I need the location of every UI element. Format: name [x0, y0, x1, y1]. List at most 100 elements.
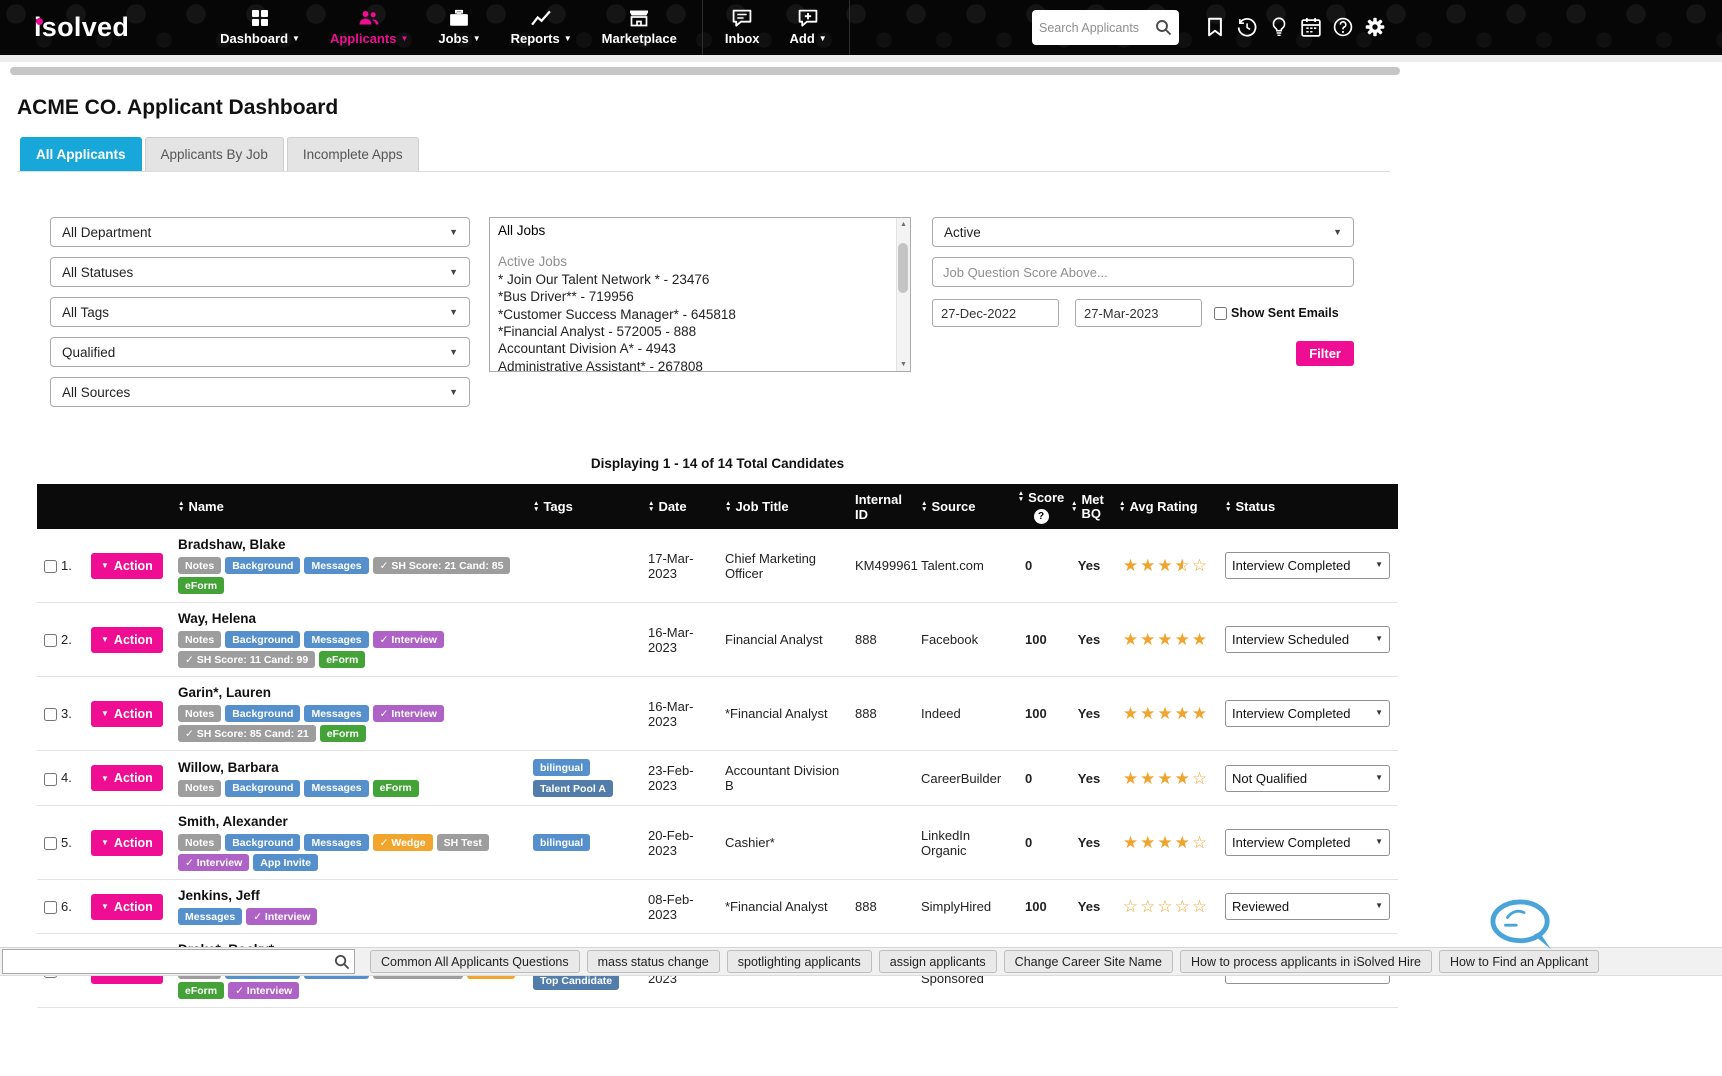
- footer-button-how-to-find-an-applicant[interactable]: How to Find an Applicant: [1439, 950, 1599, 973]
- column-header-date[interactable]: ▲▼Date: [642, 484, 719, 529]
- row-select-checkbox[interactable]: [44, 773, 57, 786]
- badge-interview[interactable]: ✓ Interview: [178, 854, 249, 871]
- jobs-listbox[interactable]: All JobsActive Jobs* Join Our Talent Net…: [489, 217, 911, 372]
- sort-arrows-icon[interactable]: ▲▼: [178, 501, 184, 513]
- badge-messages[interactable]: Messages: [304, 834, 368, 851]
- show-sent-emails-checkbox[interactable]: [1214, 307, 1227, 320]
- badge-notes[interactable]: Notes: [178, 557, 221, 574]
- badge-messages[interactable]: Messages: [304, 705, 368, 722]
- row-action-button[interactable]: ▼Action: [91, 553, 163, 579]
- column-header-tags[interactable]: ▲▼Tags: [527, 484, 642, 529]
- candidate-name[interactable]: Bradshaw, Blake: [178, 537, 521, 552]
- row-action-button[interactable]: ▼Action: [91, 765, 163, 791]
- lightbulb-icon[interactable]: [1268, 16, 1289, 38]
- star-icon[interactable]: ☆: [1192, 898, 1207, 915]
- star-icon[interactable]: ★: [1157, 557, 1172, 574]
- bookmark-icon[interactable]: [1204, 16, 1225, 38]
- row-action-button[interactable]: ▼Action: [91, 627, 163, 653]
- jobs-scrollbar[interactable]: ▲ ▼: [896, 218, 910, 371]
- footer-search-input[interactable]: [3, 955, 334, 969]
- badge-sh-score-85-cand-21[interactable]: ✓ SH Score: 85 Cand: 21: [178, 725, 316, 742]
- row-select-checkbox[interactable]: [44, 560, 57, 573]
- nav-item-applicants[interactable]: Applicants▼: [315, 0, 423, 55]
- sort-arrows-icon[interactable]: ▲▼: [725, 501, 731, 513]
- star-icon[interactable]: ★: [1175, 770, 1190, 787]
- column-header-name[interactable]: ▲▼Name: [172, 484, 527, 529]
- filter-select-all-statuses[interactable]: All Statuses▼: [50, 257, 470, 287]
- badge-background[interactable]: Background: [225, 557, 300, 574]
- star-icon[interactable]: ★: [1157, 631, 1172, 648]
- tag-bilingual[interactable]: bilingual: [533, 759, 590, 776]
- scroll-down-icon[interactable]: ▼: [900, 361, 907, 368]
- score-help-icon[interactable]: ?: [1034, 509, 1049, 524]
- column-header-score[interactable]: ▲▼Score?: [1017, 484, 1065, 529]
- star-icon[interactable]: ☆: [1175, 898, 1190, 915]
- badge-sh-score-11-cand-99[interactable]: ✓ SH Score: 11 Cand: 99: [178, 651, 315, 668]
- nav-item-dashboard[interactable]: Dashboard▼: [205, 0, 315, 55]
- star-icon[interactable]: ☆: [1192, 834, 1207, 851]
- star-icon[interactable]: ★: [1123, 557, 1138, 574]
- star-icon[interactable]: ★: [1175, 834, 1190, 851]
- badge-messages[interactable]: Messages: [178, 908, 242, 925]
- badge-notes[interactable]: Notes: [178, 705, 221, 722]
- job-option[interactable]: *Financial Analyst - 572005 - 888: [498, 323, 890, 340]
- scroll-up-icon[interactable]: ▲: [900, 221, 907, 228]
- star-icon[interactable]: ★: [1157, 770, 1172, 787]
- star-icon[interactable]: ★: [1140, 834, 1155, 851]
- job-option[interactable]: *Bus Driver** - 719956: [498, 288, 890, 305]
- badge-messages[interactable]: Messages: [304, 780, 368, 797]
- row-select-checkbox[interactable]: [44, 837, 57, 850]
- column-header-avg-rating[interactable]: ▲▼Avg Rating: [1113, 484, 1219, 529]
- status-select[interactable]: Not Qualified: [1225, 765, 1390, 792]
- badge-sh-test[interactable]: SH Test: [437, 834, 489, 851]
- column-header-internal-id[interactable]: Internal ID: [849, 484, 915, 529]
- star-icon[interactable]: ☆: [1192, 770, 1207, 787]
- row-action-button[interactable]: ▼Action: [91, 894, 163, 920]
- star-icon[interactable]: ★: [1123, 834, 1138, 851]
- tab-applicants-by-job[interactable]: Applicants By Job: [145, 137, 284, 171]
- star-icon[interactable]: ★: [1140, 705, 1155, 722]
- star-icon[interactable]: ★: [1192, 705, 1207, 722]
- job-option-all-jobs[interactable]: All Jobs: [498, 222, 890, 239]
- tag-bilingual[interactable]: bilingual: [533, 834, 590, 851]
- footer-button-common-all-applicants-questions[interactable]: Common All Applicants Questions: [370, 950, 580, 973]
- sort-arrows-icon[interactable]: ▲▼: [533, 501, 539, 513]
- row-action-button[interactable]: ▼Action: [91, 701, 163, 727]
- nav-item-jobs[interactable]: Jobs▼: [423, 0, 495, 55]
- filter-select-all-tags[interactable]: All Tags▼: [50, 297, 470, 327]
- row-action-button[interactable]: ▼Action: [91, 830, 163, 856]
- star-icon[interactable]: ★: [1140, 770, 1155, 787]
- row-select-checkbox[interactable]: [44, 708, 57, 721]
- nav-item-marketplace[interactable]: Marketplace: [587, 0, 692, 55]
- star-icon[interactable]: ☆: [1192, 557, 1207, 574]
- date-from-input[interactable]: [932, 299, 1059, 327]
- footer-button-how-to-process-applicants-in-isolved-hire[interactable]: How to process applicants in iSolved Hir…: [1180, 950, 1432, 973]
- badge-app-invite[interactable]: App Invite: [253, 854, 318, 871]
- star-icon[interactable]: ★: [1140, 631, 1155, 648]
- filter-select-all-sources[interactable]: All Sources▼: [50, 377, 470, 407]
- star-icon[interactable]: ★: [1140, 557, 1155, 574]
- row-select-checkbox[interactable]: [44, 634, 57, 647]
- status-select[interactable]: Interview Completed: [1225, 552, 1390, 579]
- nav-item-reports[interactable]: Reports▼: [496, 0, 587, 55]
- help-icon[interactable]: [1332, 16, 1353, 38]
- star-icon[interactable]: ★: [1157, 834, 1172, 851]
- badge-background[interactable]: Background: [225, 834, 300, 851]
- star-icon[interactable]: ★: [1123, 631, 1138, 648]
- filter-button[interactable]: Filter: [1296, 341, 1354, 366]
- tag-talent-pool-a[interactable]: Talent Pool A: [533, 780, 613, 797]
- jobs-scrollbar-thumb[interactable]: [898, 243, 908, 293]
- column-header-met-bq[interactable]: ▲▼Met BQ: [1065, 484, 1113, 529]
- column-header-source[interactable]: ▲▼Source: [915, 484, 1017, 529]
- status-select[interactable]: Interview Scheduled: [1225, 626, 1390, 653]
- sort-arrows-icon[interactable]: ▲▼: [1018, 491, 1024, 503]
- badge-sh-score-21-cand-85[interactable]: ✓ SH Score: 21 Cand: 85: [373, 557, 511, 574]
- candidate-name[interactable]: Jenkins, Jeff: [178, 888, 521, 903]
- badge-background[interactable]: Background: [225, 780, 300, 797]
- settings-gear-icon[interactable]: [1364, 16, 1385, 38]
- badge-notes[interactable]: Notes: [178, 780, 221, 797]
- job-question-score-input[interactable]: [932, 257, 1354, 287]
- star-icon[interactable]: ★: [1123, 705, 1138, 722]
- date-to-input[interactable]: [1075, 299, 1202, 327]
- footer-button-change-career-site-name[interactable]: Change Career Site Name: [1004, 950, 1173, 973]
